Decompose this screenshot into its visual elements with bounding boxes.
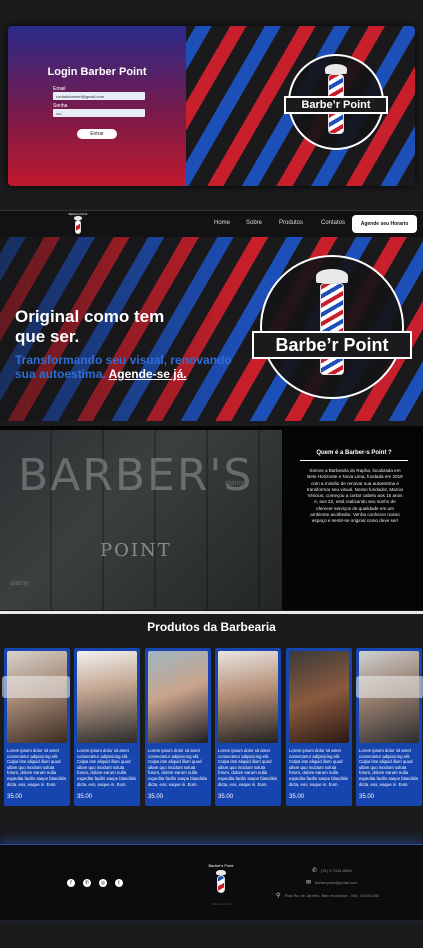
login-panel: Login Barber Point Email Senha Entrar: [8, 26, 186, 186]
product-description: Lorem ipsum dolor sit amet consectetur a…: [77, 748, 136, 787]
schedule-button[interactable]: Agende seu Horario: [352, 215, 417, 233]
carousel-next-button[interactable]: [356, 676, 423, 698]
about-watermark-2: alamy: [225, 480, 244, 487]
products-section: Produtos da Barbearia Lorem ipsum dolor …: [0, 614, 423, 814]
logo-ribbon: Barbe’r Point: [284, 96, 388, 114]
product-description: Lorem ipsum dolor sit amet consectetur a…: [148, 748, 207, 787]
twitter-icon[interactable]: t: [115, 879, 123, 887]
product-card[interactable]: Lorem ipsum dolor sit amet consectetur a…: [286, 648, 352, 806]
product-photo: [218, 651, 278, 743]
login-submit-button[interactable]: Entrar: [77, 129, 117, 139]
hero-pole-cap: [316, 269, 348, 283]
product-description: Lorem ipsum dolor sit amet consectetur a…: [7, 748, 66, 787]
login-title: Login Barber Point: [47, 66, 147, 78]
nav-pole-icon: [75, 220, 81, 234]
footer-address: ⚲ Rua Rio de Janeiro, Belo Horizonte - MG…: [276, 892, 379, 899]
product-description: Lorem ipsum dolor sit amet consectetur a…: [218, 748, 277, 787]
login-stripes-art: Barbe’r Point: [186, 26, 415, 186]
hero-section: Barbe’r Point Original como tem que ser.…: [0, 237, 423, 421]
whatsapp-icon[interactable]: ✆: [83, 879, 91, 887]
carousel-prev-button[interactable]: [2, 676, 70, 698]
footer-phone: ✆ (31) 9 7544-8898: [312, 867, 352, 874]
logo-text: Barbe’r Point: [301, 99, 371, 111]
footer-logo-text: Barber's Point: [208, 863, 234, 868]
nav-logo-text: Barber's Point: [68, 212, 88, 216]
hero-schedule-link[interactable]: Agende-se já.: [109, 367, 187, 381]
footer-barber-pole-icon: [217, 875, 225, 893]
address-text: Rua Rio de Janeiro, Belo Horizonte - MG,…: [285, 893, 380, 898]
footer-logo-caption: Barber's Point: [212, 902, 232, 906]
email-field[interactable]: [53, 92, 145, 100]
hero-title: Original como tem que ser.: [15, 307, 165, 346]
product-price: 35.00: [289, 794, 305, 800]
product-price: 35.00: [7, 794, 23, 800]
hero-logo-text: Barbe’r Point: [275, 335, 389, 355]
about-heading: Quem é a Barber-s Point ?: [300, 450, 408, 461]
phone-text: (31) 9 7544-8898: [321, 868, 352, 873]
product-card[interactable]: Lorem ipsum dolor sit amet consectetur a…: [215, 648, 281, 806]
barber-pole-logo: Barbe’r Point: [284, 54, 388, 158]
footer: f ✆ ◎ t Barber's Point Barber's Point ✆(…: [0, 844, 423, 920]
hero-barber-pole-icon: [320, 283, 344, 375]
phone-icon: ✆: [312, 868, 318, 874]
hero-subtitle: Transformando seu visual, renovando sua …: [15, 353, 255, 381]
product-price: 35.00: [148, 794, 164, 800]
about-section: BARBER'S POINT alamy alamy Quem é a Barb…: [0, 426, 423, 610]
product-photo: [77, 651, 137, 743]
about-text: Somos a Barbearia do Rapha, localizada e…: [306, 468, 404, 524]
about-watermark: alamy: [10, 580, 29, 587]
product-photo: [148, 651, 208, 743]
footer-email: ✉ barberpoint@gmail.com: [306, 879, 358, 886]
product-card[interactable]: Lorem ipsum dolor sit amet consectetur a…: [74, 648, 140, 806]
product-description: Lorem ipsum dolor sit amet consectetur a…: [289, 748, 348, 787]
nav-home[interactable]: Home: [214, 220, 230, 226]
product-price: 35.00: [359, 794, 375, 800]
product-photo: [289, 651, 349, 743]
location-pin-icon: ⚲: [276, 893, 281, 899]
pole-cap: [325, 64, 347, 74]
about-image-sign-small: POINT: [100, 540, 172, 561]
login-section: Login Barber Point Email Senha Entrar Ba…: [8, 26, 415, 186]
navbar: Barber's Point Home Sobre Produtos Conta…: [0, 210, 423, 237]
facebook-icon[interactable]: f: [67, 879, 75, 887]
mail-icon: ✉: [306, 880, 312, 886]
about-image-sign: BARBER'S: [18, 450, 254, 501]
hero-logo: Barbe’r Point: [252, 249, 412, 409]
hero-logo-ribbon: Barbe’r Point: [252, 331, 412, 359]
instagram-icon[interactable]: ◎: [99, 879, 107, 887]
product-card[interactable]: Lorem ipsum dolor sit amet consectetur a…: [356, 648, 422, 806]
footer-logo: Barber's Point: [205, 863, 237, 895]
product-description: Lorem ipsum dolor sit amet consectetur a…: [359, 748, 418, 787]
nav-produtos[interactable]: Produtos: [279, 220, 303, 226]
email-text: barberpoint@gmail.com: [315, 880, 358, 885]
product-price: 35.00: [77, 794, 93, 800]
login-form: Email Senha: [8, 86, 186, 117]
password-field[interactable]: [53, 109, 145, 117]
nav-sobre[interactable]: Sobre: [246, 220, 262, 226]
nav-contatos[interactable]: Contatos: [321, 220, 345, 226]
product-price: 35.00: [218, 794, 234, 800]
page: Login Barber Point Email Senha Entrar Ba…: [0, 0, 423, 948]
products-title: Produtos da Barbearia: [147, 620, 276, 634]
nav-logo[interactable]: Barber's Point: [66, 212, 90, 237]
product-card[interactable]: Lorem ipsum dolor sit amet consectetur a…: [145, 648, 211, 806]
product-card[interactable]: Lorem ipsum dolor sit amet consectetur a…: [4, 648, 70, 806]
about-image: BARBER'S POINT alamy alamy: [0, 430, 282, 610]
